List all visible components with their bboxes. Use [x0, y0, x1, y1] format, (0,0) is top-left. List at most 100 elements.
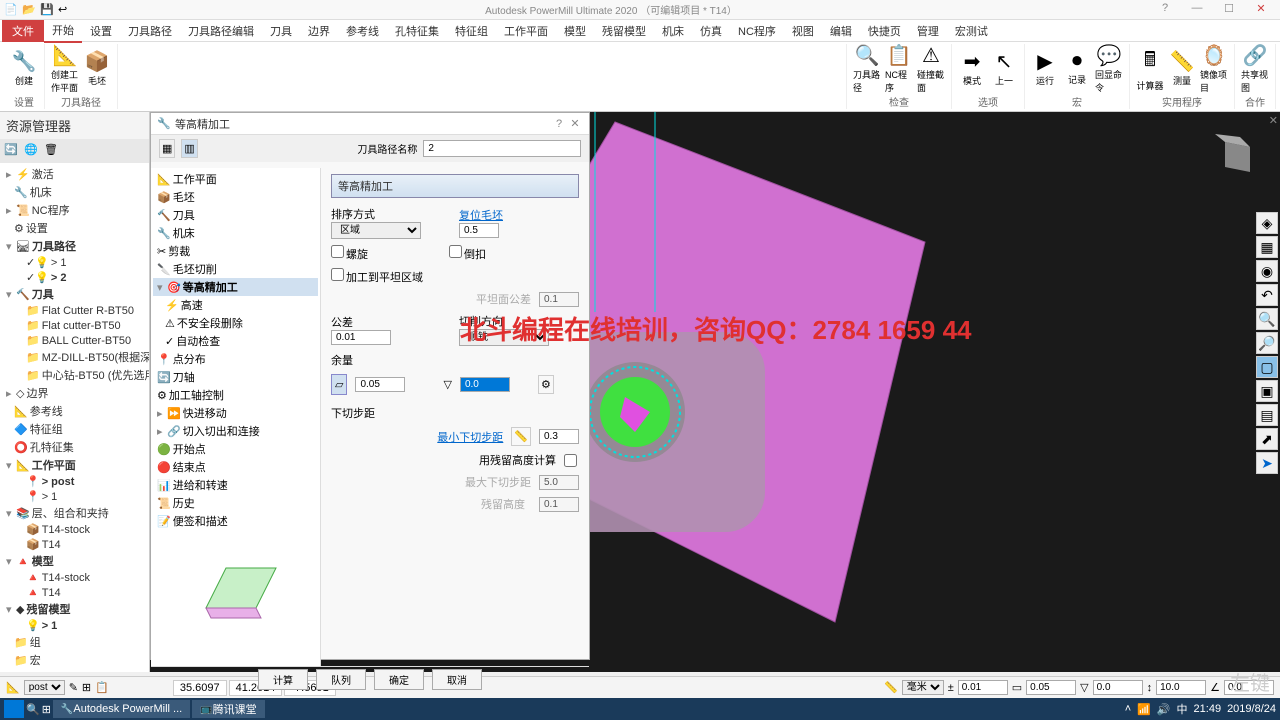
ok-button[interactable]: 确定: [374, 669, 424, 690]
minstep-link[interactable]: 最小下切步距: [437, 429, 503, 445]
menu-nc[interactable]: NC程序: [730, 20, 784, 42]
tray-date[interactable]: 2019/8/24: [1227, 703, 1276, 715]
vt-box1-icon[interactable]: ▢: [1256, 356, 1278, 378]
mode-icon[interactable]: ➡模式: [958, 50, 986, 86]
sb-v4[interactable]: [1156, 680, 1206, 695]
view-mode2-icon[interactable]: ▥: [181, 139, 197, 158]
file-menu[interactable]: 文件: [2, 20, 44, 42]
dialog-close-icon[interactable]: ✕: [567, 117, 583, 130]
menu-manage[interactable]: 管理: [909, 20, 947, 42]
close-icon[interactable]: ✕: [1246, 2, 1276, 18]
menu-pattern[interactable]: 参考线: [338, 20, 387, 42]
echo-icon[interactable]: 💬回显命令: [1095, 50, 1123, 86]
taskview-icon[interactable]: ⊞: [42, 703, 51, 716]
menu-toolpath-edit[interactable]: 刀具路径编辑: [180, 20, 262, 42]
order-select[interactable]: 区域: [331, 222, 421, 239]
strategy-tree[interactable]: 📐工作平面 📦毛坯 🔨刀具 🔧机床 ✂剪裁 🔪毛坯切削 ▾🎯等高精加工 ⚡高速 …: [151, 168, 320, 528]
search-icon[interactable]: 🔍: [26, 703, 40, 716]
stock2-input[interactable]: [460, 377, 510, 392]
menu-stock[interactable]: 残留模型: [594, 20, 654, 42]
help-icon[interactable]: ?: [1150, 2, 1180, 18]
tray-up-icon[interactable]: ˄: [1125, 703, 1131, 715]
tolerance-input[interactable]: [331, 330, 391, 345]
blank-icon[interactable]: 📦毛坯: [83, 50, 111, 86]
sb-v2[interactable]: [1026, 680, 1076, 695]
unit-select[interactable]: 毫米: [902, 680, 944, 695]
menu-machine[interactable]: 机床: [654, 20, 692, 42]
view-cube[interactable]: [1210, 132, 1260, 182]
mirror-icon[interactable]: 🪞镜像项目: [1200, 50, 1228, 86]
vt-wire-icon[interactable]: ▦: [1256, 236, 1278, 258]
minstep-icon[interactable]: 📏: [511, 427, 531, 446]
menu-sim[interactable]: 仿真: [692, 20, 730, 42]
record-icon[interactable]: ⏺记录: [1063, 50, 1091, 86]
undo-icon[interactable]: ↩: [58, 3, 72, 17]
stock-opt-icon[interactable]: ⚙: [538, 375, 554, 394]
sb-v3[interactable]: [1093, 680, 1143, 695]
save-icon[interactable]: 💾: [40, 3, 54, 17]
prev-icon[interactable]: ↖上一: [990, 50, 1018, 86]
tray-ime-icon[interactable]: 中: [1177, 701, 1188, 717]
cancel-button[interactable]: 取消: [432, 669, 482, 690]
stock1-input[interactable]: [355, 377, 405, 392]
create-icon[interactable]: 🔧创建: [10, 50, 38, 86]
measure-icon[interactable]: 📏测量: [1168, 50, 1196, 86]
flat-check[interactable]: [331, 268, 344, 281]
sb-ico1[interactable]: ✎: [69, 681, 78, 694]
menu-hole[interactable]: 孔特征集: [387, 20, 447, 42]
maximize-icon[interactable]: ☐: [1214, 2, 1244, 18]
globe-icon[interactable]: 🌐: [24, 143, 40, 159]
new-icon[interactable]: 📄: [4, 3, 18, 17]
collision-icon[interactable]: ⚠碰撞截面: [917, 50, 945, 86]
viewport-close-icon[interactable]: ✕: [1269, 114, 1278, 127]
tray-vol-icon[interactable]: 🔊: [1157, 703, 1171, 716]
menu-tool[interactable]: 刀具: [262, 20, 300, 42]
open-icon[interactable]: 📂: [22, 3, 36, 17]
calc-icon[interactable]: 🖩计算器: [1136, 50, 1164, 86]
spiral-check[interactable]: [331, 245, 344, 258]
sb-v1[interactable]: [958, 680, 1008, 695]
explorer-tree[interactable]: ▸⚡激活 🔧机床 ▸📜NC程序 ⚙设置 ▾🛤刀具路径 ✓💡> 1 ✓💡> 2 ▾…: [0, 163, 149, 671]
task-tencent[interactable]: 📺 腾讯课堂: [192, 700, 264, 718]
minstep-input[interactable]: [539, 429, 579, 444]
menu-toolpath[interactable]: 刀具路径: [120, 20, 180, 42]
menu-boundary[interactable]: 边界: [300, 20, 338, 42]
vt-zoomall-icon[interactable]: 🔎: [1256, 332, 1278, 354]
unit-icon[interactable]: 📏: [884, 681, 898, 694]
stock-icon[interactable]: ▱: [331, 374, 347, 395]
menu-edit[interactable]: 编辑: [822, 20, 860, 42]
start-button[interactable]: [4, 700, 24, 718]
view-mode-icon[interactable]: ▦: [159, 139, 175, 158]
trash-icon[interactable]: 🗑: [44, 143, 60, 159]
menu-workplane[interactable]: 工作平面: [496, 20, 556, 42]
calc-button[interactable]: 计算: [258, 669, 308, 690]
menu-feature[interactable]: 特征组: [447, 20, 496, 42]
run-icon[interactable]: ▶运行: [1031, 50, 1059, 86]
refresh-icon[interactable]: 🔄: [4, 143, 20, 159]
queue-button[interactable]: 队列: [316, 669, 366, 690]
toolpath-check-icon[interactable]: 🔍刀具路径: [853, 50, 881, 86]
share-icon[interactable]: 🔗共享视图: [1241, 50, 1269, 86]
vt-box3-icon[interactable]: ▤: [1256, 404, 1278, 426]
blank-link[interactable]: 复位毛坯: [459, 210, 503, 222]
menu-macro[interactable]: 宏测试: [947, 20, 996, 42]
vt-zoom-icon[interactable]: 🔍: [1256, 308, 1278, 330]
vt-shade-icon[interactable]: ◉: [1256, 260, 1278, 282]
nc-check-icon[interactable]: 📋NC程序: [885, 50, 913, 86]
vt-iso-icon[interactable]: ◈: [1256, 212, 1278, 234]
vt-box2-icon[interactable]: ▣: [1256, 380, 1278, 402]
menu-quick[interactable]: 快捷页: [860, 20, 909, 42]
post-select[interactable]: post: [24, 680, 65, 695]
workplane-icon[interactable]: 📐创建工作平面: [51, 50, 79, 86]
tray-time[interactable]: 21:49: [1194, 703, 1222, 715]
stock2-icon[interactable]: ▽: [443, 378, 451, 391]
sb-ico3[interactable]: 📋: [95, 681, 109, 694]
wcs-icon[interactable]: 📐: [6, 681, 20, 694]
menu-model[interactable]: 模型: [556, 20, 594, 42]
vt-select-icon[interactable]: ⬈: [1256, 428, 1278, 450]
sb-ico2[interactable]: ⊞: [82, 681, 91, 694]
vt-cursor-icon[interactable]: ➤: [1256, 452, 1278, 474]
menu-view[interactable]: 视图: [784, 20, 822, 42]
dialog-help-icon[interactable]: ?: [551, 118, 567, 130]
menu-start[interactable]: 开始: [44, 19, 82, 43]
